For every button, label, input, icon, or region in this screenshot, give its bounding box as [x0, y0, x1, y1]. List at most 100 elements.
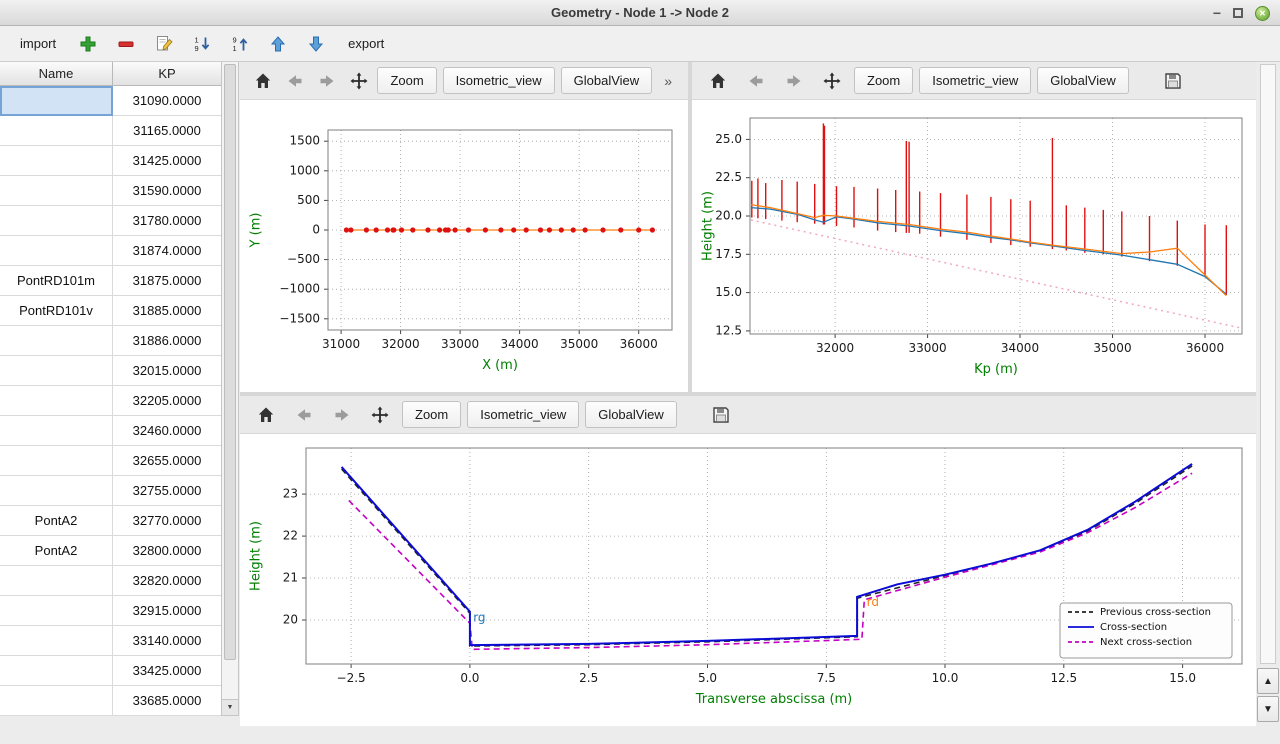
cell-kp[interactable]: 31165.0000 — [113, 116, 221, 146]
window-scrollbar-track[interactable] — [1260, 64, 1276, 664]
cell-name[interactable] — [0, 686, 113, 716]
minimize-button[interactable]: − — [1213, 8, 1221, 18]
global-view-button[interactable]: GlobalView — [585, 401, 677, 428]
table-row[interactable]: 31874.0000 — [0, 236, 221, 266]
cell-kp[interactable]: 32655.0000 — [113, 446, 221, 476]
cell-name[interactable]: PontRD101v — [0, 296, 113, 326]
table-row[interactable]: 31886.0000 — [0, 326, 221, 356]
isometric-view-button[interactable]: Isometric_view — [919, 67, 1031, 94]
table-row[interactable]: 32205.0000 — [0, 386, 221, 416]
close-button[interactable]: ✕ — [1255, 6, 1270, 21]
cell-kp[interactable]: 32205.0000 — [113, 386, 221, 416]
move-down-button[interactable] — [302, 31, 330, 57]
table-row[interactable]: 31425.0000 — [0, 146, 221, 176]
cell-name[interactable]: PontRD101m — [0, 266, 113, 296]
table-row[interactable]: PontRD101m31875.0000 — [0, 266, 221, 296]
cell-kp[interactable]: 32915.0000 — [113, 596, 221, 626]
sort-descending-button[interactable]: 19 — [188, 31, 216, 57]
table-row[interactable]: 33140.0000 — [0, 626, 221, 656]
table-row[interactable]: PontA232770.0000 — [0, 506, 221, 536]
export-button[interactable]: export — [340, 32, 392, 55]
table-row[interactable]: 31780.0000 — [0, 206, 221, 236]
cell-name[interactable] — [0, 386, 113, 416]
cross-section-plot[interactable]: −2.50.02.55.07.510.012.515.020212223rgrd… — [240, 434, 1256, 726]
cell-kp[interactable]: 31885.0000 — [113, 296, 221, 326]
table-row[interactable]: 31165.0000 — [0, 116, 221, 146]
table-row[interactable]: 31090.0000 — [0, 86, 221, 116]
back-button[interactable] — [740, 67, 772, 95]
zoom-button[interactable]: Zoom — [402, 401, 461, 428]
cell-kp[interactable]: 33685.0000 — [113, 686, 221, 716]
cell-name[interactable] — [0, 116, 113, 146]
cell-name[interactable] — [0, 656, 113, 686]
isometric-view-button[interactable]: Isometric_view — [467, 401, 579, 428]
move-up-button[interactable] — [264, 31, 292, 57]
long-profile-plot[interactable]: 320003300034000350003600012.515.017.520.… — [692, 100, 1256, 392]
cell-name[interactable] — [0, 206, 113, 236]
cell-kp[interactable]: 33425.0000 — [113, 656, 221, 686]
edit-button[interactable] — [150, 31, 178, 57]
forward-button[interactable] — [778, 67, 810, 95]
table-row[interactable]: PontA232800.0000 — [0, 536, 221, 566]
import-button[interactable]: import — [12, 32, 64, 55]
table-row[interactable]: 32820.0000 — [0, 566, 221, 596]
cell-name[interactable] — [0, 176, 113, 206]
cell-name[interactable] — [0, 416, 113, 446]
back-button[interactable] — [288, 401, 320, 429]
save-figure-button[interactable] — [705, 401, 737, 429]
cell-kp[interactable]: 32770.0000 — [113, 506, 221, 536]
back-button[interactable] — [282, 67, 308, 95]
table-row[interactable]: 33685.0000 — [0, 686, 221, 716]
zoom-button[interactable]: Zoom — [854, 67, 913, 94]
table-row[interactable]: 32915.0000 — [0, 596, 221, 626]
cell-kp[interactable]: 31875.0000 — [113, 266, 221, 296]
forward-button[interactable] — [314, 67, 340, 95]
cell-name[interactable]: PontA2 — [0, 506, 113, 536]
cell-kp[interactable]: 32755.0000 — [113, 476, 221, 506]
table-scroll-down-button[interactable]: ▼ — [222, 699, 238, 715]
home-button[interactable] — [702, 67, 734, 95]
cell-kp[interactable]: 32460.0000 — [113, 416, 221, 446]
cell-name[interactable] — [0, 566, 113, 596]
cell-name[interactable] — [0, 596, 113, 626]
cell-kp[interactable]: 31590.0000 — [113, 176, 221, 206]
table-row[interactable]: 31590.0000 — [0, 176, 221, 206]
zoom-button[interactable]: Zoom — [377, 67, 436, 94]
cell-kp[interactable]: 33140.0000 — [113, 626, 221, 656]
cell-name[interactable] — [0, 476, 113, 506]
cell-name[interactable] — [0, 446, 113, 476]
cell-kp[interactable]: 31090.0000 — [113, 86, 221, 116]
table-scrollbar[interactable]: ▼ — [221, 62, 239, 716]
pan-button[interactable] — [346, 67, 372, 95]
cell-kp[interactable]: 31425.0000 — [113, 146, 221, 176]
forward-button[interactable] — [326, 401, 358, 429]
column-header-name[interactable]: Name — [0, 62, 113, 86]
table-row[interactable]: 32015.0000 — [0, 356, 221, 386]
column-header-kp[interactable]: KP — [113, 62, 221, 86]
scroll-down-button[interactable]: ▼ — [1257, 696, 1279, 722]
table-scrollbar-thumb[interactable] — [224, 64, 236, 660]
global-view-button[interactable]: GlobalView — [1037, 67, 1129, 94]
cell-name[interactable] — [0, 146, 113, 176]
cell-name[interactable] — [0, 626, 113, 656]
cell-kp[interactable]: 31886.0000 — [113, 326, 221, 356]
home-button[interactable] — [250, 67, 276, 95]
add-row-button[interactable] — [74, 31, 102, 57]
cell-kp[interactable]: 31874.0000 — [113, 236, 221, 266]
cell-name[interactable] — [0, 236, 113, 266]
cell-name[interactable]: PontA2 — [0, 536, 113, 566]
global-view-button[interactable]: GlobalView — [561, 67, 653, 94]
table-row[interactable]: 33425.0000 — [0, 656, 221, 686]
toolbar-overflow-button[interactable]: » — [658, 73, 678, 89]
restore-button[interactable] — [1233, 8, 1243, 18]
table-row[interactable]: 32460.0000 — [0, 416, 221, 446]
isometric-view-button[interactable]: Isometric_view — [443, 67, 555, 94]
remove-row-button[interactable] — [112, 31, 140, 57]
cell-kp[interactable]: 31780.0000 — [113, 206, 221, 236]
sort-ascending-button[interactable]: 91 — [226, 31, 254, 57]
cell-name[interactable] — [0, 86, 113, 116]
home-button[interactable] — [250, 401, 282, 429]
plan-view-plot[interactable]: 310003200033000340003500036000−1500−1000… — [240, 100, 688, 392]
cell-kp[interactable]: 32015.0000 — [113, 356, 221, 386]
cell-kp[interactable]: 32800.0000 — [113, 536, 221, 566]
